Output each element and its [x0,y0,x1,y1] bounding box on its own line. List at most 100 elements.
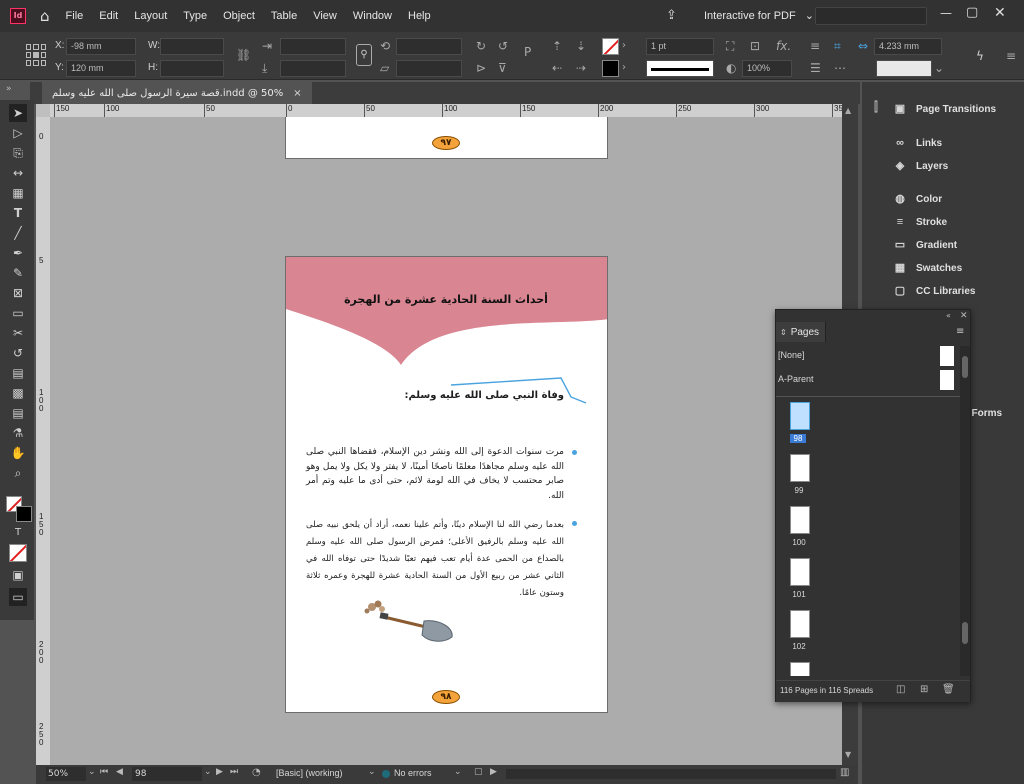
fitting-icon[interactable]: ⛶ [726,38,734,54]
workspace-switcher[interactable]: Interactive for PDF ⌄ [704,9,814,22]
constrain-proportions-icon[interactable]: ⛓ [236,47,251,63]
page-thumbnail[interactable] [790,506,810,534]
auto-fit-icon[interactable]: ⌗ [834,38,841,54]
parents-divider[interactable] [776,396,962,397]
menu-layout[interactable]: Layout [126,10,175,22]
status-menu-icon[interactable]: ▶ [490,767,497,777]
delete-page-icon[interactable]: 🗑 [942,684,955,695]
stroke-swatch[interactable] [602,60,619,77]
path-icon[interactable]: P [524,44,531,60]
app-icon[interactable]: Id [10,8,26,24]
menu-help[interactable]: Help [400,10,439,22]
document-tab[interactable]: قصة سيرة الرسول صلى الله عليه وسلم.indd … [42,82,312,104]
page-thumbnail[interactable] [790,454,810,482]
next-page-icon[interactable]: ▶ [216,767,223,777]
gutter-field[interactable]: 4.233 mm [874,38,942,55]
panel-swatches[interactable]: ▦ Swatches [892,257,962,279]
h-field[interactable] [160,60,224,77]
normal-view-icon[interactable]: ▭ [9,588,27,606]
text-wrap-icon[interactable]: ≡ [810,38,820,54]
flip-v-icon[interactable]: ⊽ [498,60,507,76]
link-scale-icon[interactable]: ⚲ [356,44,372,66]
select-next-icon[interactable]: ⇢ [576,60,586,76]
lightning-icon[interactable]: ϟ [976,48,984,64]
preflight-chevron-down-icon[interactable]: ⌄ [454,767,462,777]
fx-icon[interactable]: fx. [776,38,791,54]
panel-color[interactable]: ◍ Color [892,188,942,210]
menu-edit[interactable]: Edit [91,10,126,22]
parent-row-none[interactable]: [None] [778,346,956,370]
home-icon[interactable]: ⌂ [40,7,50,25]
close-tab-icon[interactable]: × [293,88,301,99]
screen-mode-icon[interactable]: ▣ [9,566,27,584]
preflight-profile-icon[interactable]: ◔ [252,767,261,778]
w-field[interactable] [160,38,224,55]
page-chevron-down-icon[interactable]: ⌄ [204,767,212,777]
note-tool-icon[interactable]: ▤ [9,404,27,422]
panel-forms[interactable]: l Forms [966,402,1002,424]
rotate-field[interactable] [396,38,462,55]
panel-gradient[interactable]: ▭ Gradient [892,234,957,256]
menu-window[interactable]: Window [345,10,400,22]
scissors-tool-icon[interactable]: ✂ [9,324,27,342]
type-tool-icon[interactable]: T [9,204,27,222]
document-canvas[interactable]: ٩٧ أحداث السنة الحادية عشرة من الهجرة وف… [50,117,842,765]
pen-tool-icon[interactable]: ✒ [9,244,27,262]
rectangle-frame-tool-icon[interactable]: ⊠ [9,284,27,302]
first-page-icon[interactable]: ⏮ [100,767,108,777]
vertical-ruler[interactable]: 0 5 1 0 0 1 5 0 2 0 0 2 5 0 [36,117,50,765]
fit-frame-icon[interactable]: ⊡ [750,38,760,54]
panel-stroke[interactable]: ≡ Stroke [892,211,947,233]
ruler-origin[interactable] [36,104,50,117]
x-field[interactable]: -98 mm [66,38,136,55]
style-preview[interactable] [876,60,932,77]
reference-point-icon[interactable] [26,44,46,66]
selection-tool-icon[interactable]: ➤ [9,104,27,122]
panel-collapse-icon[interactable]: « [946,311,951,320]
fill-swatch[interactable] [602,38,619,55]
master-chevron-down-icon[interactable]: ⌄ [368,767,376,777]
stroke-menu-chevron-icon[interactable]: › [622,60,626,76]
pages-tab[interactable]: ⇕ Pages [776,322,826,342]
menu-view[interactable]: View [305,10,345,22]
collapse-left-icon[interactable]: » [6,84,12,94]
open-page-icon[interactable]: ▢ [474,767,483,777]
pages-scrollbar[interactable] [960,346,970,676]
page-98[interactable]: أحداث السنة الحادية عشرة من الهجرة وفاة … [285,256,608,713]
select-container-icon[interactable]: ⇡ [552,38,562,54]
shear-field[interactable] [396,60,462,77]
apply-none-icon[interactable] [9,544,27,562]
horizontal-scrollbar[interactable] [506,769,836,779]
search-input[interactable] [815,7,927,25]
rotate-ccw-icon[interactable]: ↺ [498,38,508,54]
rotate-tool-icon[interactable]: ↺ [9,344,27,362]
parent-row-a[interactable]: A-Parent [778,370,956,394]
menu-file[interactable]: File [58,10,92,22]
menu-object[interactable]: Object [215,10,263,22]
preflight-status[interactable]: No errors [394,768,432,778]
stroke-weight-field[interactable]: 1 pt [646,38,714,55]
page-thumbnail[interactable] [790,662,810,676]
eyedropper-tool-icon[interactable]: ⚗ [9,424,27,442]
scroll-up-icon[interactable]: ▲ [845,106,851,115]
style-chevron-down-icon[interactable]: ⌄ [934,60,944,76]
horizontal-ruler[interactable]: 150 100 50 0 50 100 150 200 250 300 350 [50,104,842,117]
page-thumbnail[interactable] [790,610,810,638]
panel-links[interactable]: ∞ Links [892,132,942,154]
formatting-affects-text-icon[interactable]: T [9,524,27,542]
last-page-icon[interactable]: ⏭ [230,767,238,777]
content-collector-icon[interactable]: ▦ [9,184,27,202]
stroke-type-dropdown[interactable] [646,60,714,77]
y-field[interactable]: 120 mm [66,60,136,77]
rectangle-tool-icon[interactable]: ▭ [9,304,27,322]
page-thumbnail[interactable] [790,558,810,586]
rotate-cw-icon[interactable]: ↻ [476,38,486,54]
menu-table[interactable]: Table [263,10,305,22]
master-page-label[interactable]: [Basic] (working) [276,768,343,778]
wrap-around-icon[interactable]: ☰ [810,60,821,76]
scale-y-field[interactable] [280,60,346,77]
prev-page-icon[interactable]: ◀ [116,767,123,777]
split-view-icon[interactable]: ▥ [840,767,849,778]
direct-selection-tool-icon[interactable]: ▷ [9,124,27,142]
page-field[interactable]: 98 [132,767,202,781]
